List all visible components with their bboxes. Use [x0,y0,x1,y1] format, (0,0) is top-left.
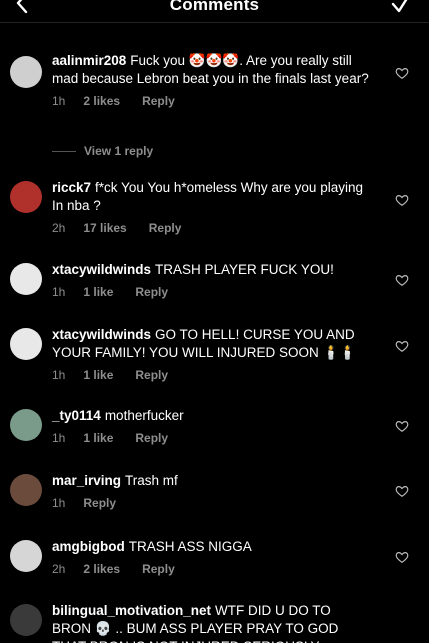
divider [52,151,76,153]
heart-icon[interactable] [395,550,409,564]
avatar[interactable] [10,540,42,572]
comment-text: mar_irving Trash mf [52,472,372,490]
comment-meta: 1h 1 like Reply [52,285,372,299]
comment-time: 1h [52,368,66,382]
comment-body: motherfucker [104,408,184,423]
comment-text: _ty0114 motherfucker [52,407,372,425]
top-bar: Comments [0,0,429,23]
avatar[interactable] [10,56,42,88]
comment-text: ricck7 f*ck You You h*omeless Why are you… [52,179,372,215]
comment-meta: 1h 1 like Reply [52,368,372,382]
comment-meta: 2h 2 likes Reply [52,562,372,576]
comment-meta: 1h 2 likes Reply [52,94,372,108]
comment-likes[interactable]: 1 like [83,285,113,299]
comment-likes[interactable]: 2 likes [83,94,120,108]
comment-text: xtacywildwinds GO TO HELL! CURSE YOU AND … [52,326,372,362]
comment-likes[interactable]: 1 like [83,431,113,445]
comment-meta: 2h 17 likes Reply [52,221,372,235]
comment-likes[interactable]: 2 likes [83,562,120,576]
comment-username[interactable]: xtacywildwinds [52,327,151,342]
avatar[interactable] [10,328,42,360]
avatar[interactable] [10,409,42,441]
comment-time: 1h [52,496,66,510]
heart-icon[interactable] [395,339,409,353]
comment-likes[interactable]: 17 likes [83,221,126,235]
heart-icon[interactable] [395,419,409,433]
comment-username[interactable]: aalinmir208 [52,53,126,68]
comment-username[interactable]: _ty0114 [52,408,101,423]
comment-meta: 1h Reply [52,496,372,510]
reply-button[interactable]: Reply [135,431,168,445]
comment-body: TRASH ASS NIGGA [128,539,252,554]
reply-button[interactable]: Reply [149,221,182,235]
comment-username[interactable]: ricck7 [52,180,91,195]
avatar[interactable] [10,263,42,295]
view-replies-button[interactable]: View 1 reply [52,144,153,158]
reply-button[interactable]: Reply [142,94,175,108]
comment-meta: 1h 1 like Reply [52,431,372,445]
page-title: Comments [169,0,260,14]
comment-username[interactable]: mar_irving [52,473,121,488]
comment-likes[interactable]: 1 like [83,368,113,382]
comment-body: Trash mf [125,473,178,488]
reply-button[interactable]: Reply [142,562,175,576]
comment-text: bilingual_motivation_net WTF DID U DO TO … [52,602,372,643]
comment-time: 1h [52,94,66,108]
avatar[interactable] [10,181,42,213]
comment-time: 2h [52,221,66,235]
reply-button[interactable]: Reply [83,496,116,510]
comment-text: aalinmir208 Fuck you 🤡🤡🤡. Are you really … [52,52,372,88]
comment-text: amgbigbod TRASH ASS NIGGA [52,538,372,556]
reply-button[interactable]: Reply [135,285,168,299]
avatar[interactable] [10,474,42,506]
comment-username[interactable]: bilingual_motivation_net [52,603,211,618]
comment-username[interactable]: amgbigbod [52,539,125,554]
avatar[interactable] [10,604,42,636]
comment-time: 1h [52,431,66,445]
comment-body: TRASH PLAYER FUCK YOU! [155,262,334,277]
comment-time: 1h [52,285,66,299]
heart-icon[interactable] [395,484,409,498]
checkmark-icon[interactable] [389,0,415,18]
reply-button[interactable]: Reply [135,368,168,382]
comment-username[interactable]: xtacywildwinds [52,262,151,277]
comment-body: f*ck You You h*omeless Why are you playi… [52,180,363,213]
heart-icon[interactable] [395,66,409,80]
heart-icon[interactable] [395,193,409,207]
comment-time: 2h [52,562,66,576]
heart-icon[interactable] [395,273,409,287]
comment-text: xtacywildwinds TRASH PLAYER FUCK YOU! [52,261,372,279]
